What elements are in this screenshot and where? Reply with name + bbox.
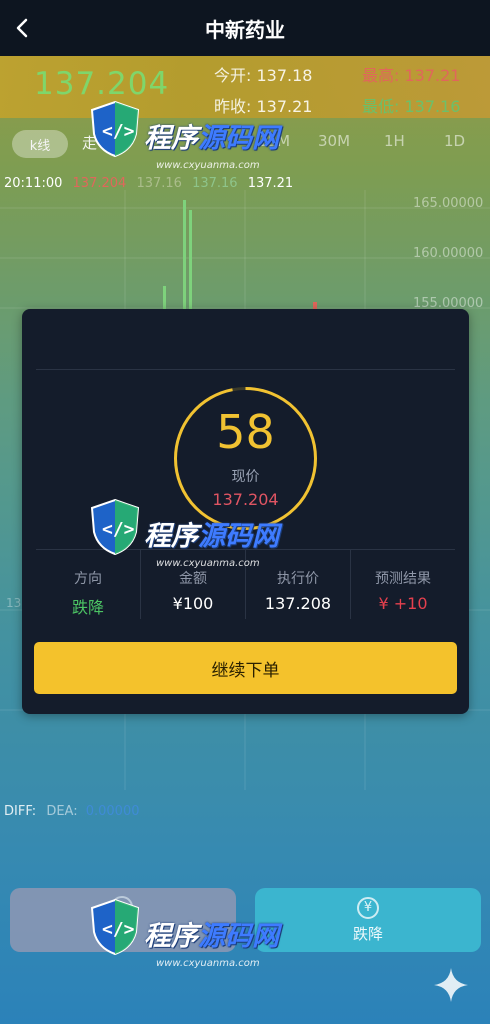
open-value: 137.18 [256,66,313,85]
ohlc-time: 20:11:00 [4,176,63,191]
watermark-text-a: 程序 [144,521,198,552]
watermark-url: www.cxyuanma.com [156,558,260,569]
watermark-url: www.cxyuanma.com [156,160,260,171]
watermark-text-b: 源码网 [198,123,279,154]
svg-text:</>: </> [102,121,135,142]
shield-logo-icon: </> [90,100,140,158]
open-stat: 今开: 137.18 [214,62,312,86]
watermark: </> 程序源码网 www.cxyuanma.com [88,96,308,182]
tab-30m[interactable]: 30M [318,132,350,150]
watermark-text-a: 程序 [144,123,198,154]
page-title: 中新药业 [205,17,285,42]
candles [163,200,317,310]
watermark-text-b: 源码网 [198,521,279,552]
y-axis-label: 160.00000 [413,246,484,261]
app-header: 中新药业 [0,0,490,56]
watermark-text-a: 程序 [144,921,198,952]
y-axis-label: 165.00000 [413,196,484,211]
modal-divider [36,369,455,370]
info-value: ¥ +10 [378,594,428,613]
info-value: 跌降 [71,598,104,617]
macd-readout: DIFF: DEA: 0.00000 [4,804,140,819]
fall-label: 跌降 [352,924,383,943]
yen-icon: ¥ [357,896,379,919]
sparkle-icon[interactable] [432,966,470,1004]
tab-1h[interactable]: 1H [384,132,405,150]
tab-kline[interactable]: k线 [12,130,68,158]
watermark-text-b: 源码网 [198,921,279,952]
candle [189,210,192,310]
high-value: 137.21 [404,66,461,85]
high-label: 最高: [362,66,400,85]
back-button[interactable] [8,14,36,42]
svg-text:</>: </> [102,919,135,940]
low-stat: 最低: 137.16 [362,93,460,117]
countdown-seconds: 58 [216,405,275,459]
shield-logo-icon: </> [90,898,140,956]
high-stat: 最高: 137.21 [362,62,460,86]
candle [163,286,166,310]
chevron-left-icon [16,18,28,38]
info-value: ¥100 [172,594,214,613]
info-value: 137.208 [264,594,332,613]
svg-text:</>: </> [102,519,135,540]
continue-order-button[interactable]: 继续下单 [34,642,457,694]
info-predicted-result: 预测结果 ¥ +10 [351,550,455,619]
watermark-url: www.cxyuanma.com [156,958,260,969]
watermark: </> 程序源码网 www.cxyuanma.com [88,494,308,580]
candle [183,200,186,310]
dea-label: DEA: [46,804,78,819]
watermark: </> 程序源码网 www.cxyuanma.com [88,894,308,980]
low-label: 最低: [362,97,400,116]
low-value: 137.16 [404,97,461,116]
current-price-label: 现价 [231,469,260,485]
diff-label: DIFF: [4,804,37,819]
info-label: 预测结果 [375,571,431,587]
shield-logo-icon: </> [90,498,140,556]
dea-value: 0.00000 [85,804,140,819]
tab-1d[interactable]: 1D [444,132,465,150]
open-label: 今开: [214,66,252,85]
